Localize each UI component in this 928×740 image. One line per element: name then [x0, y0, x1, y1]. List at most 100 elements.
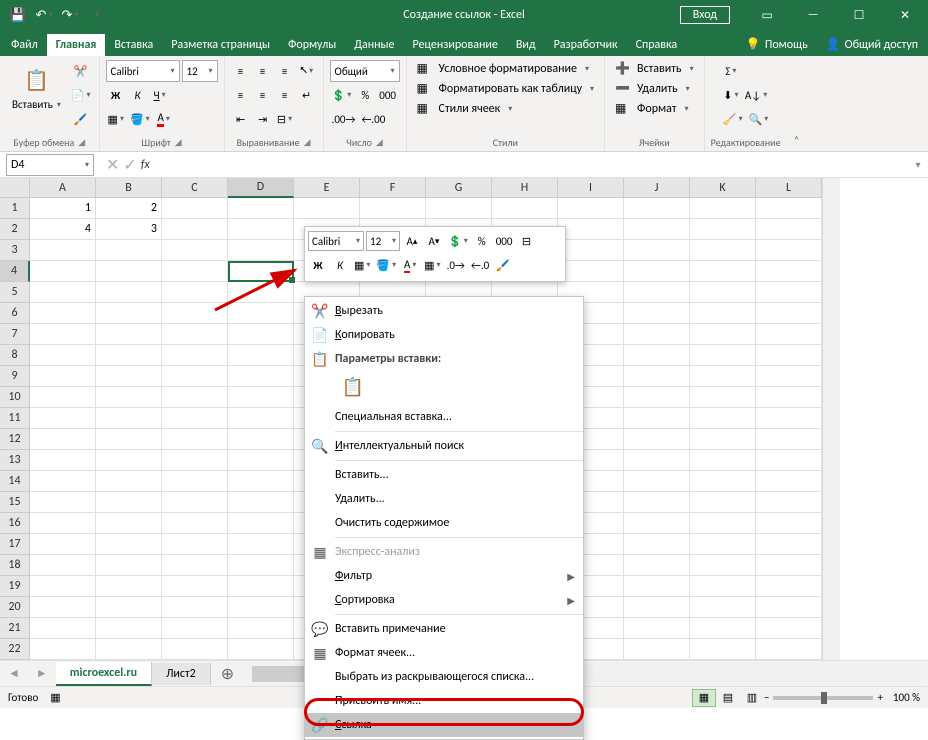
cell-A5[interactable]	[30, 282, 96, 303]
row-header-20[interactable]: 20	[0, 597, 30, 618]
number-launcher-icon[interactable]: ◢	[376, 137, 383, 148]
tab-view[interactable]: Вид	[507, 34, 545, 56]
sort-filter-icon[interactable]: A↓▾	[743, 84, 769, 106]
cell-B8[interactable]	[96, 345, 162, 366]
cell-K21[interactable]	[690, 618, 756, 639]
add-sheet-icon[interactable]: ⊕	[211, 664, 244, 684]
mini-format-painter-icon[interactable]: 🖌️	[493, 254, 513, 276]
col-header-E[interactable]: E	[294, 178, 360, 198]
cell-L21[interactable]	[756, 618, 822, 639]
row-header-14[interactable]: 14	[0, 471, 30, 492]
cell-B22[interactable]	[96, 639, 162, 660]
ctx-insert[interactable]: Вставить...	[305, 463, 583, 487]
cell-C4[interactable]	[162, 261, 228, 282]
cell-A22[interactable]	[30, 639, 96, 660]
minimize-button[interactable]: —	[790, 0, 836, 30]
zoom-in-icon[interactable]: +	[877, 691, 882, 704]
cell-D6[interactable]	[228, 303, 294, 324]
cell-D5[interactable]	[228, 282, 294, 303]
number-format-combo[interactable]: Общий▾	[330, 60, 400, 82]
cell-D18[interactable]	[228, 555, 294, 576]
cell-J15[interactable]	[624, 492, 690, 513]
cell-A14[interactable]	[30, 471, 96, 492]
cell-L22[interactable]	[756, 639, 822, 660]
col-header-K[interactable]: K	[690, 178, 756, 198]
cell-J8[interactable]	[624, 345, 690, 366]
ctx-define-name[interactable]: Присвоить имя...	[305, 689, 583, 713]
collapse-ribbon-icon[interactable]: ˄	[787, 56, 807, 151]
cell-A13[interactable]	[30, 450, 96, 471]
cell-K14[interactable]	[690, 471, 756, 492]
insert-function-icon[interactable]: fx	[141, 158, 150, 172]
cell-K6[interactable]	[690, 303, 756, 324]
cell-A12[interactable]	[30, 429, 96, 450]
zoom-level[interactable]: 100 %	[893, 691, 920, 704]
cell-B18[interactable]	[96, 555, 162, 576]
decrease-indent-icon[interactable]: ⇤	[231, 108, 251, 130]
tab-developer[interactable]: Разработчик	[545, 34, 627, 56]
cell-C15[interactable]	[162, 492, 228, 513]
cell-J22[interactable]	[624, 639, 690, 660]
cancel-formula-icon[interactable]: ✕	[106, 155, 119, 175]
cell-A8[interactable]	[30, 345, 96, 366]
percent-format-icon[interactable]: %	[355, 84, 375, 106]
format-as-table-button[interactable]: ▦Форматировать как таблицу▾	[413, 80, 599, 98]
cell-B1[interactable]: 2	[96, 198, 162, 219]
cell-D20[interactable]	[228, 597, 294, 618]
select-all-corner[interactable]	[0, 178, 30, 198]
increase-decimal-icon[interactable]: .00→	[330, 108, 358, 130]
cell-B19[interactable]	[96, 576, 162, 597]
cell-C22[interactable]	[162, 639, 228, 660]
row-header-11[interactable]: 11	[0, 408, 30, 429]
cell-C2[interactable]	[162, 219, 228, 240]
ctx-sort[interactable]: Сортировка▶	[305, 588, 583, 612]
orientation-icon[interactable]: ⭦▾	[297, 60, 317, 82]
autosum-icon[interactable]: Σ▾	[721, 60, 741, 82]
cell-D1[interactable]	[228, 198, 294, 219]
row-header-2[interactable]: 2	[0, 219, 30, 240]
alignment-launcher-icon[interactable]: ◢	[304, 137, 311, 148]
cell-D15[interactable]	[228, 492, 294, 513]
cell-D16[interactable]	[228, 513, 294, 534]
zoom-slider[interactable]	[773, 696, 873, 700]
cell-L7[interactable]	[756, 324, 822, 345]
share-button[interactable]: 👤 Общий доступ	[816, 33, 928, 56]
cell-B3[interactable]	[96, 240, 162, 261]
cell-B9[interactable]	[96, 366, 162, 387]
cell-K7[interactable]	[690, 324, 756, 345]
cell-L9[interactable]	[756, 366, 822, 387]
row-header-15[interactable]: 15	[0, 492, 30, 513]
col-header-G[interactable]: G	[426, 178, 492, 198]
cell-J21[interactable]	[624, 618, 690, 639]
cell-D8[interactable]	[228, 345, 294, 366]
cell-K15[interactable]	[690, 492, 756, 513]
cell-L19[interactable]	[756, 576, 822, 597]
cell-D9[interactable]	[228, 366, 294, 387]
cell-D19[interactable]	[228, 576, 294, 597]
cell-I4[interactable]	[558, 261, 624, 282]
cell-A16[interactable]	[30, 513, 96, 534]
cell-J12[interactable]	[624, 429, 690, 450]
cell-C20[interactable]	[162, 597, 228, 618]
cell-L11[interactable]	[756, 408, 822, 429]
row-header-1[interactable]: 1	[0, 198, 30, 219]
macro-record-icon[interactable]: ▦	[50, 691, 60, 704]
cell-K11[interactable]	[690, 408, 756, 429]
row-header-19[interactable]: 19	[0, 576, 30, 597]
sheet-tab-2[interactable]: Лист2	[152, 663, 211, 685]
cell-J9[interactable]	[624, 366, 690, 387]
bold-button[interactable]: Ж	[106, 84, 126, 106]
wrap-text-icon[interactable]: ↵	[297, 84, 317, 106]
fill-icon[interactable]: ⬇▾	[721, 84, 741, 106]
ctx-filter[interactable]: Фильтр▶	[305, 564, 583, 588]
cell-L10[interactable]	[756, 387, 822, 408]
row-header-16[interactable]: 16	[0, 513, 30, 534]
mini-size-combo[interactable]: 12▾	[366, 231, 400, 251]
cell-J2[interactable]	[624, 219, 690, 240]
cell-K5[interactable]	[690, 282, 756, 303]
cell-B5[interactable]	[96, 282, 162, 303]
cell-B21[interactable]	[96, 618, 162, 639]
tab-data[interactable]: Данные	[345, 34, 403, 56]
comma-format-icon[interactable]: 000	[377, 84, 398, 106]
cell-B7[interactable]	[96, 324, 162, 345]
